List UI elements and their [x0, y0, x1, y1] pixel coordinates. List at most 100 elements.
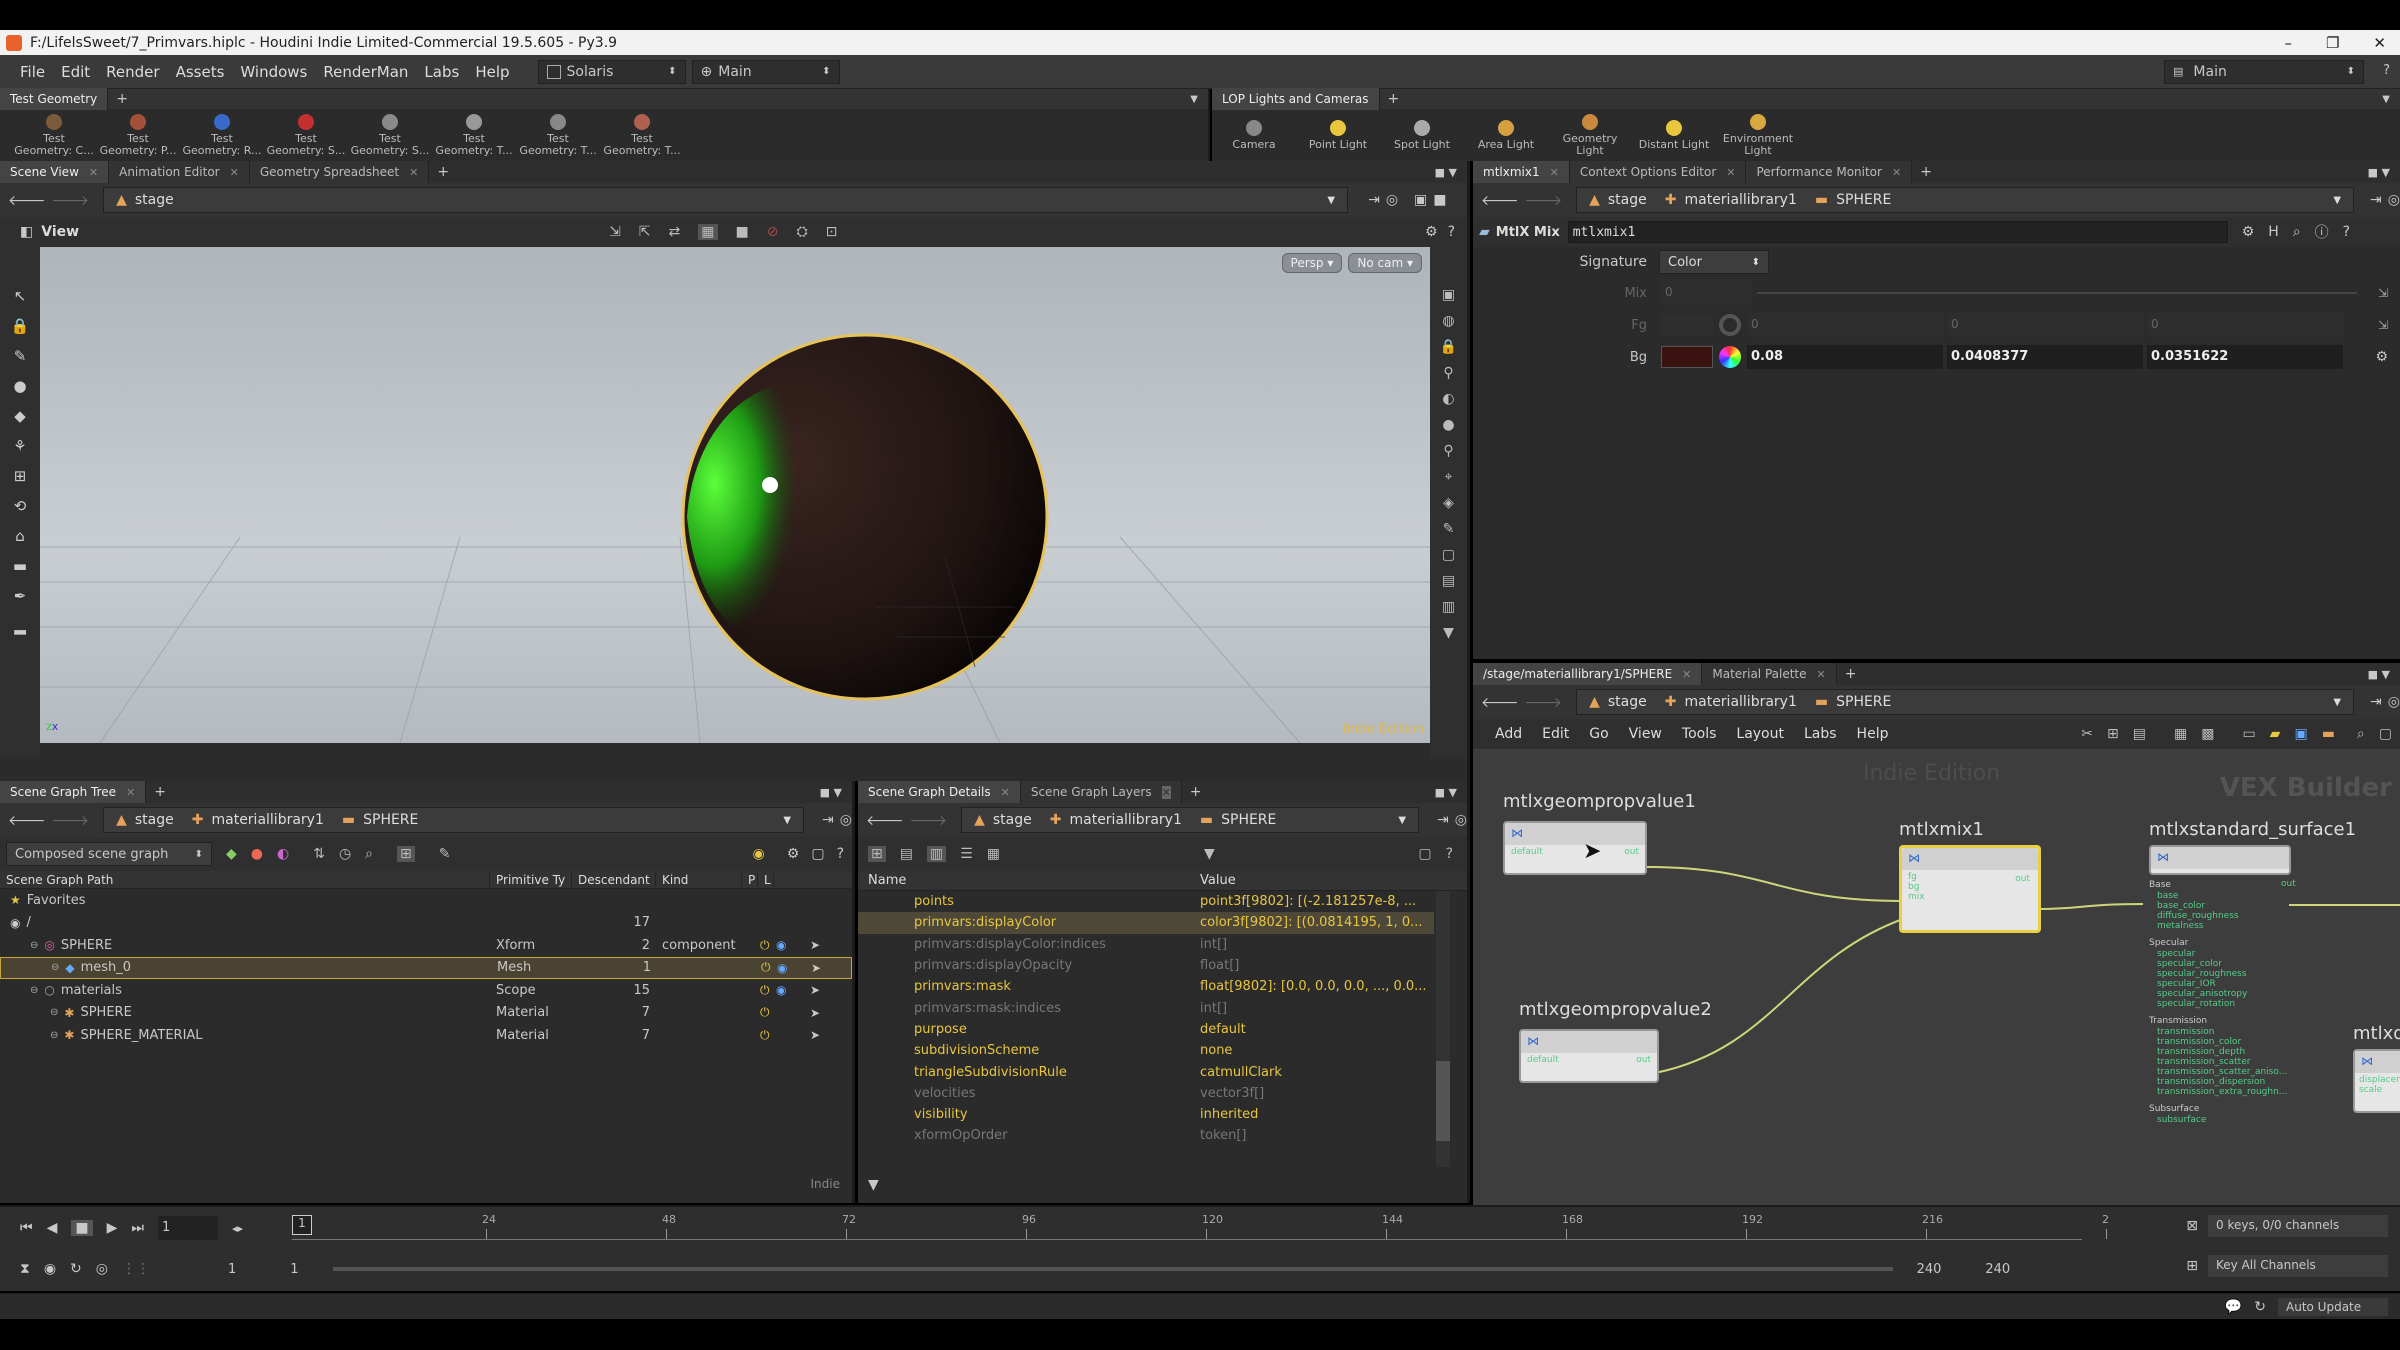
details-row[interactable]: visibility inherited	[858, 1104, 1434, 1125]
help-icon[interactable]: ?	[2383, 63, 2390, 78]
param-path-bar[interactable]: ▲ stage ✚ materiallibrary1 ▬ SPHERE ▼	[1576, 187, 2355, 213]
port-default[interactable]: default	[1511, 847, 1543, 857]
filter-icon[interactable]: ▼	[1204, 846, 1215, 862]
filter-icon[interactable]: ▼	[868, 1177, 879, 1193]
node-mtlxdisplacement[interactable]: ⋈ displacem scale	[2353, 1049, 2400, 1113]
settings-gear-icon[interactable]: ⚙	[2375, 349, 2388, 365]
menu-file[interactable]: File	[20, 63, 45, 81]
loop-icon[interactable]: ↻	[70, 1261, 82, 1277]
close-tab-icon[interactable]: ✕	[1892, 166, 1901, 179]
port-specular-anisotropy[interactable]: specular_anisotropy	[2149, 989, 2299, 999]
camera-button[interactable]: No cam ▾	[1348, 253, 1422, 273]
link-icon[interactable]: ◎	[1386, 192, 1398, 208]
range-icon[interactable]: ⋮⋮	[122, 1261, 150, 1277]
close-tab-icon[interactable]: ✕	[126, 786, 135, 799]
close-tab-icon[interactable]: ✕	[1726, 166, 1735, 179]
network-canvas[interactable]: Indie Edition VEX Builder mtlxgeompropva…	[1473, 749, 2400, 1210]
tab-0[interactable]: /stage/materiallibrary1/SPHERE ✕	[1473, 663, 1703, 685]
port-transmission-extra-roughn-[interactable]: transmission_extra_roughn...	[2149, 1087, 2299, 1097]
eye-icon[interactable]: ◉	[776, 983, 794, 997]
details-row[interactable]: xformOpOrder token[]	[858, 1125, 1434, 1146]
measure-icon[interactable]: ▬	[13, 557, 27, 575]
tab-0[interactable]: mtlxmix1 ✕	[1473, 161, 1570, 183]
draw-mode-icon[interactable]: ✎	[439, 846, 451, 862]
menu-assets[interactable]: Assets	[176, 63, 225, 81]
pin-icon[interactable]: ⇥	[822, 812, 834, 828]
details-row[interactable]: primvars:mask float[9802]: [0.0, 0.0, 0.0…	[858, 976, 1434, 997]
node-mtlxstandard-surface1[interactable]: ⋈	[2149, 845, 2291, 875]
details-row[interactable]: purpose default	[858, 1019, 1434, 1040]
link-icon[interactable]: ◎	[1455, 812, 1467, 828]
snap-grid-icon[interactable]: ▩	[2201, 726, 2214, 742]
path-bar[interactable]: ▲ stage ▼	[103, 187, 1349, 213]
range-end2-field[interactable]: 240	[1985, 1262, 2010, 1277]
network-path-bar[interactable]: ▲ stage ✚ materiallibrary1 ▬ SPHERE ▼	[1576, 689, 2355, 715]
port-specular-ior[interactable]: specular_IOR	[2149, 979, 2299, 989]
jump-end-icon[interactable]: ⏭	[131, 1220, 144, 1236]
mix-slider[interactable]	[1757, 292, 2357, 294]
headlight-icon[interactable]: ●	[1442, 417, 1454, 433]
select-arrow-icon[interactable]: ➤	[810, 983, 820, 997]
auto-update-dropdown[interactable]: Auto Update	[2278, 1297, 2388, 1316]
link-icon[interactable]: ◎	[2388, 192, 2400, 208]
visibility-icon[interactable]: ▢	[1442, 547, 1455, 563]
view-label[interactable]: View	[41, 224, 79, 240]
view-menu-icon[interactable]: ◧	[20, 224, 33, 240]
lock-icon[interactable]: 🔒	[11, 317, 30, 335]
add-tab-icon[interactable]: +	[116, 91, 128, 107]
forward-icon[interactable]: 🡒	[52, 812, 90, 829]
menu-render[interactable]: Render	[106, 63, 159, 81]
image-icon[interactable]: ▣	[2294, 726, 2307, 742]
bg-g-field[interactable]: 0.0408377	[1947, 345, 2143, 369]
ghost-icon[interactable]: ◍	[1442, 313, 1454, 329]
power-icon[interactable]: ⏻	[760, 938, 776, 953]
details-row[interactable]: subdivisionScheme none	[858, 1040, 1434, 1061]
help-icon[interactable]: ?	[837, 846, 844, 862]
details-row[interactable]: velocities vector3f[]	[858, 1083, 1434, 1104]
snap-icon[interactable]: ⇱	[639, 224, 651, 240]
tab-1[interactable]: Material Palette ✕	[1702, 663, 1837, 685]
search-icon[interactable]: ⌕	[365, 846, 373, 862]
lasso-icon[interactable]: ⟲	[14, 497, 27, 515]
link-icon[interactable]: ◎	[2388, 694, 2400, 710]
sg-col-4[interactable]: P	[742, 872, 758, 887]
pin-icon[interactable]: ⇥	[1368, 192, 1380, 208]
port-diffuse-roughness[interactable]: diffuse_roughness	[2149, 911, 2299, 921]
details-scrollbar[interactable]	[1436, 891, 1450, 1167]
light-icon[interactable]: ●	[13, 377, 26, 395]
range-start2-field[interactable]: 1	[290, 1262, 298, 1277]
help-icon[interactable]: ?	[1448, 224, 1455, 240]
edit-icon[interactable]: ⊞	[14, 467, 27, 485]
play-icon[interactable]: ▶	[107, 1220, 118, 1236]
annotation-icon[interactable]: ✎	[1443, 521, 1455, 537]
select-icon[interactable]: ↖	[14, 287, 27, 305]
bg-b-field[interactable]: 0.0351622	[2147, 345, 2343, 369]
shelf-tool-6[interactable]: Test Geometry: T...	[516, 113, 600, 157]
menu-labs[interactable]: Labs	[424, 63, 459, 81]
stop-icon[interactable]: ■	[71, 1220, 93, 1236]
maximize-pane-icon[interactable]: ■	[1433, 192, 1446, 208]
details-row[interactable]: points point3f[9802]: [(-2.181257e-8, ...	[858, 891, 1434, 912]
port-base-color[interactable]: base_color	[2149, 901, 2299, 911]
sphere-geometry[interactable]	[675, 327, 1055, 707]
tab-scene-graph-details[interactable]: Scene Graph Details ✕	[858, 781, 1021, 803]
port-specular[interactable]: specular	[2149, 949, 2299, 959]
sg-col-0[interactable]: Scene Graph Path	[0, 872, 490, 887]
port-subsurface[interactable]: subsurface	[2149, 1115, 2299, 1125]
camera-view-icon[interactable]: ■	[736, 224, 749, 240]
color-wheel-icon[interactable]	[1719, 346, 1741, 368]
chevron-down-icon[interactable]: ▼	[2382, 94, 2390, 105]
details-row[interactable]: primvars:displayColor color3f[9802]: [(0.…	[858, 912, 1434, 934]
node-mtlxmix1[interactable]: ⋈ fg bg mix out	[1899, 845, 2041, 933]
node-mtlxgeompropvalue2[interactable]: ⋈ default out	[1519, 1029, 1659, 1083]
details-path-bar[interactable]: ▲ stage ✚ materiallibrary1 ▬ SPHERE ▼	[961, 807, 1420, 833]
minimize-button[interactable]: –	[2284, 34, 2292, 52]
expression-icon[interactable]: ⇲	[2378, 318, 2388, 332]
scene-graph-row[interactable]: ⊖ ✱ SPHERE Material 7 ⏻ ➤	[0, 1002, 852, 1025]
forward-icon[interactable]: 🡒	[910, 812, 948, 829]
close-tab-icon[interactable]: ✕	[89, 166, 98, 179]
lock-camera-icon[interactable]: 🔒	[1440, 339, 1457, 355]
port-group-subsurface[interactable]: Subsurface	[2149, 1103, 2299, 1115]
columns-icon[interactable]: ▥	[926, 846, 947, 862]
table-icon[interactable]: ▦	[987, 846, 1000, 862]
